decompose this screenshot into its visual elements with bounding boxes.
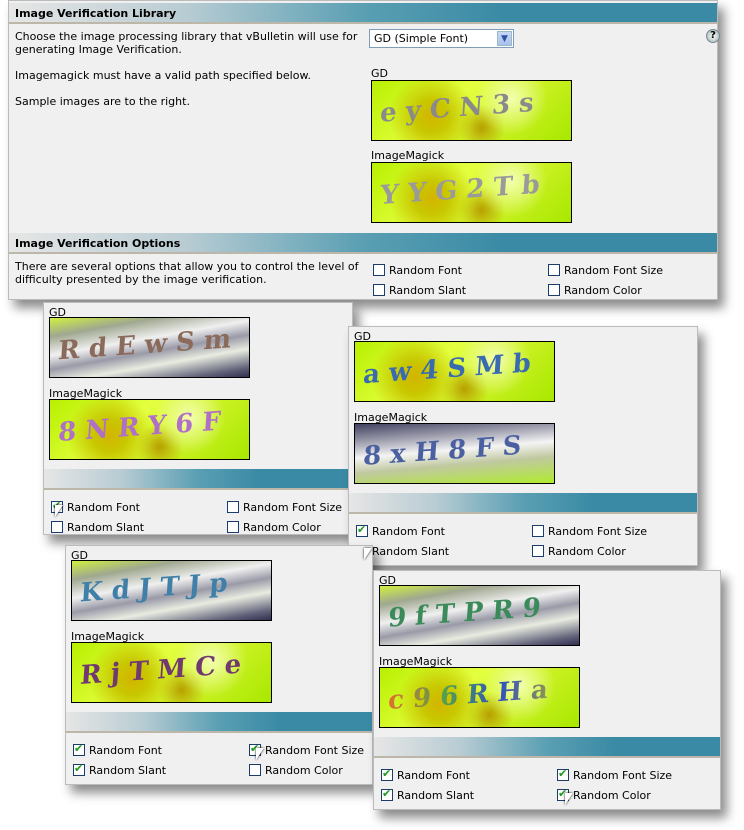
library-description: Choose the image processing library that… — [15, 30, 358, 56]
library-select[interactable]: GD (Simple Font) ▼ — [369, 29, 514, 48]
imagemagick-sample-image: 8NRY6F — [49, 399, 250, 460]
gd-sample-image: eyCN3s — [371, 80, 572, 141]
gd-sample-text: aw4SMb — [362, 347, 541, 391]
random-color-label: Random Color — [564, 284, 642, 297]
random-slant-label: Random Slant — [389, 284, 467, 297]
mouse-cursor-icon — [256, 748, 264, 760]
gd-sample-text: KdJTJp — [79, 567, 238, 609]
library-select-value: GD (Simple Font) — [374, 32, 469, 45]
random-slant-label: Random Slant — [89, 764, 167, 777]
random-font-label: Random Font — [372, 525, 445, 538]
random-slant-checkbox[interactable] — [51, 521, 63, 533]
random-font-label: Random Font — [389, 264, 462, 277]
imagemagick-sample-text: 8xH8FS — [362, 430, 532, 472]
options-description: There are several options that allow you… — [15, 260, 359, 286]
random-font-size-checkbox[interactable] — [548, 264, 560, 276]
sample-panel-2: GD aw4SMb ImageMagick 8xH8FS Random Font… — [348, 326, 698, 566]
imagemagick-note: Imagemagick must have a valid path speci… — [15, 69, 311, 82]
random-color-label: Random Color — [265, 764, 343, 777]
gd-sample-text: eyCN3s — [379, 87, 544, 129]
gd-sample-image: RdEwSm — [49, 317, 250, 378]
options-header-bar — [44, 469, 352, 490]
mouse-cursor-icon — [55, 505, 63, 517]
imagemagick-label: ImageMagick — [371, 149, 445, 162]
mouse-cursor-icon — [565, 793, 573, 805]
random-slant-checkbox[interactable] — [73, 762, 85, 776]
settings-panel-main: Image Verification Library Choose the im… — [8, 0, 720, 300]
random-color-label: Random Color — [548, 545, 626, 558]
imagemagick-sample-image: YYG2Tb — [371, 162, 572, 223]
gd-sample-image: aw4SMb — [354, 341, 555, 402]
imagemagick-sample-image: c96RHa — [379, 667, 580, 728]
random-font-checkbox[interactable] — [356, 523, 368, 537]
imagemagick-sample-text: RjTMCe — [79, 648, 252, 692]
sample-note: Sample images are to the right. — [15, 95, 190, 108]
gd-sample-text: RdEwSm — [57, 323, 242, 367]
random-font-size-label: Random Font Size — [548, 525, 648, 538]
random-font-checkbox[interactable] — [73, 742, 85, 756]
random-font-size-label: Random Font Size — [243, 501, 343, 514]
random-font-label: Random Font — [67, 501, 140, 514]
random-font-size-label: Random Font Size — [564, 264, 664, 277]
random-color-label: Random Color — [243, 521, 321, 534]
random-font-checkbox[interactable] — [373, 264, 385, 276]
gd-sample-image: 9fTPR9 — [379, 585, 580, 646]
sample-panel-3: GD KdJTJp ImageMagick RjTMCe Random Font… — [65, 545, 373, 785]
random-font-checkbox[interactable] — [381, 767, 393, 781]
library-header: Image Verification Library — [9, 3, 717, 24]
random-font-label: Random Font — [397, 769, 470, 782]
random-font-size-checkbox[interactable] — [532, 525, 544, 537]
random-color-label: Random Color — [573, 789, 651, 802]
random-color-checkbox[interactable] — [548, 284, 560, 296]
random-slant-checkbox[interactable] — [373, 284, 385, 296]
options-header-bar — [66, 712, 372, 733]
imagemagick-sample-text: YYG2Tb — [379, 168, 550, 212]
random-color-checkbox[interactable] — [249, 764, 261, 776]
random-color-checkbox[interactable] — [532, 545, 544, 557]
imagemagick-sample-image: 8xH8FS — [354, 423, 555, 484]
random-font-label: Random Font — [89, 744, 162, 757]
imagemagick-sample-text: 8NRY6F — [57, 405, 231, 449]
random-font-size-label: Random Font Size — [265, 744, 365, 757]
help-question-icon[interactable]: ? — [706, 29, 720, 43]
random-slant-label: Random Slant — [67, 521, 145, 534]
random-slant-label: Random Slant — [372, 545, 450, 558]
random-font-size-label: Random Font Size — [573, 769, 673, 782]
sample-panel-4: GD 9fTPR9 ImageMagick c96RHa Random Font… — [373, 570, 721, 810]
random-slant-checkbox[interactable] — [381, 787, 393, 801]
imagemagick-sample-image: RjTMCe — [71, 642, 272, 703]
random-color-checkbox[interactable] — [227, 521, 239, 533]
gd-sample-text: 9fTPR9 — [387, 592, 551, 634]
options-header-bar — [374, 737, 720, 758]
options-header: Image Verification Options — [9, 233, 717, 254]
random-font-size-checkbox[interactable] — [557, 767, 569, 781]
random-slant-label: Random Slant — [397, 789, 475, 802]
gd-sample-image: KdJTJp — [71, 560, 272, 621]
options-header-bar — [349, 493, 697, 514]
chevron-down-icon[interactable]: ▼ — [497, 31, 512, 46]
imagemagick-sample-text: c96RHa — [387, 673, 558, 717]
gd-label: GD — [371, 67, 388, 80]
sample-panel-1: GD RdEwSm ImageMagick 8NRY6F Random Font… — [43, 302, 353, 535]
random-font-size-checkbox[interactable] — [227, 501, 239, 513]
mouse-cursor-icon — [364, 548, 372, 560]
